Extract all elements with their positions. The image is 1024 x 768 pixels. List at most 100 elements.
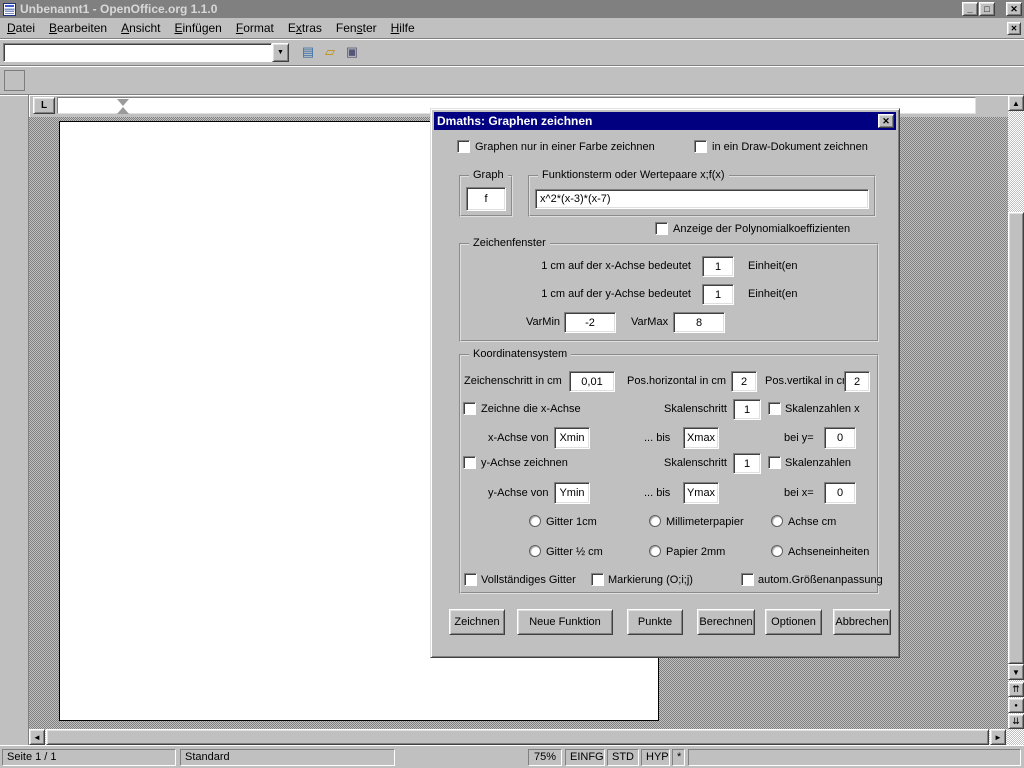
toolbar-icon[interactable]: [3, 98, 25, 119]
graph-name-field[interactable]: f: [466, 187, 506, 211]
open-icon[interactable]: ▱: [319, 41, 341, 63]
achse-cm-radio[interactable]: [771, 515, 783, 527]
previous-page-icon[interactable]: ⇈: [1008, 682, 1024, 697]
scroll-left-icon[interactable]: ◄: [29, 729, 45, 745]
zeichenschritt-field[interactable]: 0,01: [569, 371, 615, 392]
menu-item[interactable]: Ansicht: [114, 19, 167, 37]
menu-item[interactable]: Bearbeiten: [42, 19, 114, 37]
scroll-up-icon[interactable]: ▲: [1008, 95, 1024, 111]
millimeterpapier-radio[interactable]: [649, 515, 661, 527]
gitter-halb-radio[interactable]: [529, 545, 541, 557]
y-scale-field[interactable]: 1: [702, 284, 734, 305]
single-color-checkbox[interactable]: [457, 140, 470, 153]
margin-marker[interactable]: [117, 99, 129, 114]
neue-funktion-button[interactable]: Neue Funktion: [517, 609, 613, 635]
y-achse-von-label: y-Achse von: [488, 487, 549, 499]
ymin-field[interactable]: Ymin: [554, 482, 590, 504]
berechnen-button[interactable]: Berechnen: [697, 609, 755, 635]
menu-item[interactable]: Hilfe: [384, 19, 422, 37]
poly-coefficients-checkbox[interactable]: [655, 222, 668, 235]
function-term-field[interactable]: x^2*(x-3)*(x-7): [535, 189, 869, 209]
xmin-field[interactable]: Xmin: [554, 427, 590, 449]
url-input[interactable]: [3, 43, 272, 62]
abbrechen-button[interactable]: Abbrechen: [833, 609, 891, 635]
pos-vertikal-field[interactable]: 2: [844, 371, 870, 392]
y-skalenzahlen-checkbox[interactable]: [768, 456, 781, 469]
horizontal-scroll-thumb[interactable]: [46, 729, 989, 745]
papier-2mm-radio[interactable]: [649, 545, 661, 557]
next-page-icon[interactable]: ⇊: [1008, 714, 1024, 729]
title-bar[interactable]: Unbenannt1 - OpenOffice.org 1.1.0 _ □ ✕: [0, 0, 1024, 18]
markierung-checkbox[interactable]: [591, 573, 604, 586]
vertical-scroll-thumb[interactable]: [1008, 212, 1024, 664]
draw-x-axis-checkbox[interactable]: [463, 402, 476, 415]
menu-item[interactable]: Datei: [0, 19, 42, 37]
status-selection-mode[interactable]: STD: [607, 749, 639, 766]
function-toolbar: ▼ ▤▱▣: [0, 39, 1024, 66]
close-button[interactable]: ✕: [1006, 2, 1022, 16]
varmin-field[interactable]: -2: [564, 312, 616, 333]
scroll-right-icon[interactable]: ►: [990, 729, 1006, 745]
y-skalenschritt-label: Skalenschritt: [664, 457, 727, 469]
x-skalenschritt-field[interactable]: 1: [733, 399, 761, 420]
scroll-down-icon[interactable]: ▼: [1008, 664, 1024, 680]
vollstaendiges-gitter-checkbox[interactable]: [464, 573, 477, 586]
draw-document-checkbox[interactable]: [694, 140, 707, 153]
bei-y-field[interactable]: 0: [824, 427, 856, 449]
bei-x-field[interactable]: 0: [824, 482, 856, 504]
dmaths-icon[interactable]: [4, 70, 25, 91]
pos-vertikal-label: Pos.vertikal in cm: [765, 375, 851, 387]
menu-item[interactable]: Format: [229, 19, 281, 37]
autosize-checkbox[interactable]: [741, 573, 754, 586]
minimize-button[interactable]: _: [962, 2, 978, 16]
menu-item[interactable]: Extras: [281, 19, 329, 37]
vertical-scrollbar[interactable]: ▲ ▼ ⇈ ● ⇊: [1008, 95, 1024, 745]
dialog-close-icon[interactable]: ✕: [878, 114, 894, 128]
single-color-label: Graphen nur in einer Farbe zeichnen: [475, 141, 655, 153]
draw-y-axis-checkbox[interactable]: [463, 456, 476, 469]
x-scale-field[interactable]: 1: [702, 256, 734, 277]
varmax-field[interactable]: 8: [673, 312, 725, 333]
menu-item[interactable]: Einfügen: [167, 19, 228, 37]
close-document-icon[interactable]: ✕: [1007, 22, 1021, 35]
draw-y-axis-label: y-Achse zeichnen: [481, 457, 568, 469]
graph-group-label: Graph: [469, 169, 508, 181]
status-page-style[interactable]: Standard: [180, 749, 395, 766]
writer-document-icon: [3, 3, 16, 16]
navigation-icon[interactable]: ●: [1008, 698, 1024, 713]
window-title: Unbenannt1 - OpenOffice.org 1.1.0: [20, 2, 217, 16]
horizontal-scrollbar[interactable]: ◄ ►: [29, 729, 1008, 745]
draw-x-axis-label: Zeichne die x-Achse: [481, 403, 581, 415]
dmaths-toolbar: [0, 66, 1024, 95]
x-skalenschritt-label: Skalenschritt: [664, 403, 727, 415]
tab-stop-selector[interactable]: L: [33, 97, 55, 114]
optionen-button[interactable]: Optionen: [765, 609, 822, 635]
y-skalenschritt-field[interactable]: 1: [733, 453, 761, 474]
ymax-field[interactable]: Ymax: [683, 482, 719, 504]
zeichnen-button[interactable]: Zeichnen: [449, 609, 505, 635]
term-group-label: Funktionsterm oder Wertepaare x;f(x): [538, 169, 729, 181]
gitter-1cm-radio[interactable]: [529, 515, 541, 527]
menu-item[interactable]: Fenster: [329, 19, 384, 37]
dialog-title-bar[interactable]: Dmaths: Graphen zeichnen ✕: [434, 112, 896, 130]
y-scale-unit-label: Einheit(en: [748, 288, 876, 300]
x-skalenzahlen-checkbox[interactable]: [768, 402, 781, 415]
maximize-button[interactable]: □: [979, 2, 995, 16]
markierung-label: Markierung (O;i;j): [608, 574, 693, 586]
poly-coefficients-label: Anzeige der Polynomialkoeffizienten: [673, 223, 850, 235]
url-dropdown-button[interactable]: ▼: [272, 43, 289, 62]
x-achse-von-label: x-Achse von: [488, 432, 549, 444]
achseneinheiten-radio[interactable]: [771, 545, 783, 557]
new-document-icon[interactable]: ▤: [297, 41, 319, 63]
xmax-field[interactable]: Xmax: [683, 427, 719, 449]
status-insert-mode[interactable]: EINFG: [565, 749, 605, 766]
dmaths-dialog: Dmaths: Graphen zeichnen ✕ Graphen nur i…: [430, 108, 900, 658]
pos-horizontal-field[interactable]: 2: [731, 371, 757, 392]
application-window: { "window": { "title": "Unbenannt1 - Ope…: [0, 0, 1024, 768]
save-icon[interactable]: ▣: [341, 41, 363, 63]
punkte-button[interactable]: Punkte: [627, 609, 683, 635]
dialog-title: Dmaths: Graphen zeichnen: [437, 114, 592, 128]
status-hyperlink-mode[interactable]: HYP: [641, 749, 670, 766]
status-zoom[interactable]: 75%: [528, 749, 562, 766]
bei-x-label: bei x=: [784, 487, 814, 499]
